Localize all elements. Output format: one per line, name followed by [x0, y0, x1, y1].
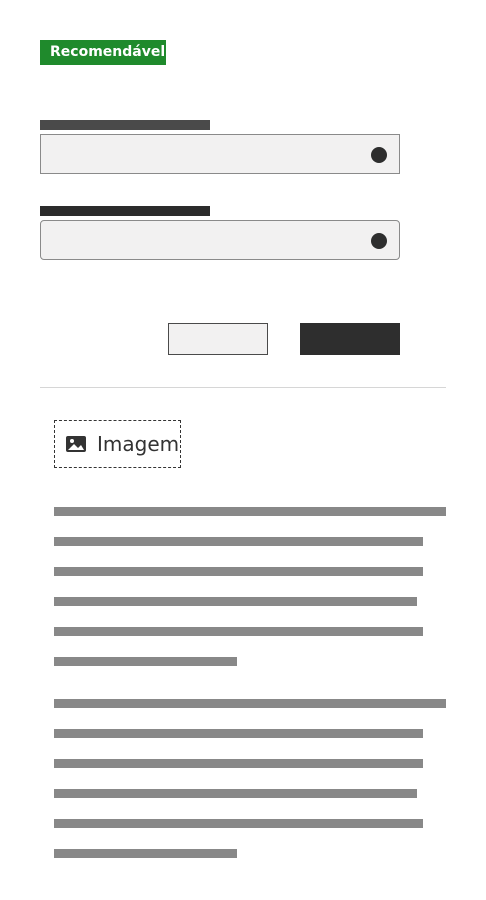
text-line: [54, 657, 237, 666]
divider: [40, 387, 446, 388]
text-line: [54, 849, 237, 858]
recommended-badge: Recomendável: [40, 40, 166, 65]
text-line: [54, 699, 446, 708]
text-line: [54, 507, 446, 516]
image-placeholder[interactable]: Imagem: [54, 420, 181, 468]
field-label-2: [40, 206, 210, 216]
text-line: [54, 729, 423, 738]
image-label: Imagem: [97, 432, 180, 456]
field-label-1: [40, 120, 210, 130]
primary-button[interactable]: [300, 323, 400, 355]
secondary-button[interactable]: [168, 323, 268, 355]
text-line: [54, 789, 417, 798]
text-line: [54, 819, 423, 828]
input-field-1[interactable]: [40, 134, 400, 174]
text-line: [54, 627, 423, 636]
text-line: [54, 597, 417, 606]
text-line: [54, 567, 423, 576]
image-icon: [66, 436, 86, 452]
text-line: [54, 759, 423, 768]
text-line: [54, 537, 423, 546]
input-field-2[interactable]: [40, 220, 400, 260]
dot-icon: [371, 233, 387, 249]
dot-icon: [371, 147, 387, 163]
